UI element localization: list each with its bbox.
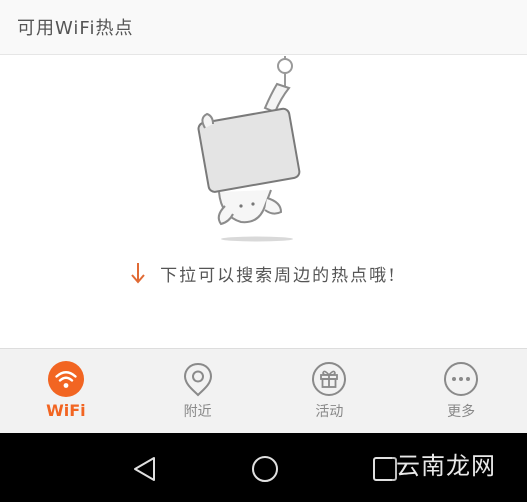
wifi-icon — [47, 361, 84, 397]
tab-more[interactable]: 更多 — [395, 349, 527, 433]
tab-label: 附近 — [183, 404, 212, 420]
back-triangle-icon[interactable] — [130, 454, 160, 484]
tab-wifi[interactable]: WiFi — [0, 349, 132, 433]
arrow-down-icon — [130, 261, 146, 285]
gift-icon — [311, 361, 347, 397]
tab-label: 更多 — [447, 404, 476, 420]
hint-text: 下拉可以搜索周边的热点哦! — [160, 265, 397, 286]
bottom-tab-bar: WiFi 附近 活动 更多 — [0, 348, 527, 433]
pull-to-search-hint: 下拉可以搜索周边的热点哦! — [0, 258, 527, 288]
tab-label: WiFi — [46, 401, 86, 420]
watermark-text: 云南龙网 — [392, 446, 500, 481]
home-circle-icon[interactable] — [250, 454, 280, 484]
app-header: 可用WiFi热点 — [0, 0, 527, 55]
location-pin-icon — [180, 361, 216, 397]
tab-nearby[interactable]: 附近 — [132, 349, 264, 433]
tab-label: 活动 — [315, 404, 344, 420]
tab-activity[interactable]: 活动 — [264, 349, 396, 433]
page-title: 可用WiFi热点 — [17, 18, 134, 39]
empty-state-area[interactable]: 下拉可以搜索周边的热点哦! — [0, 56, 527, 348]
more-dots-icon — [443, 361, 479, 397]
hanging-mascot-icon — [185, 56, 315, 246]
